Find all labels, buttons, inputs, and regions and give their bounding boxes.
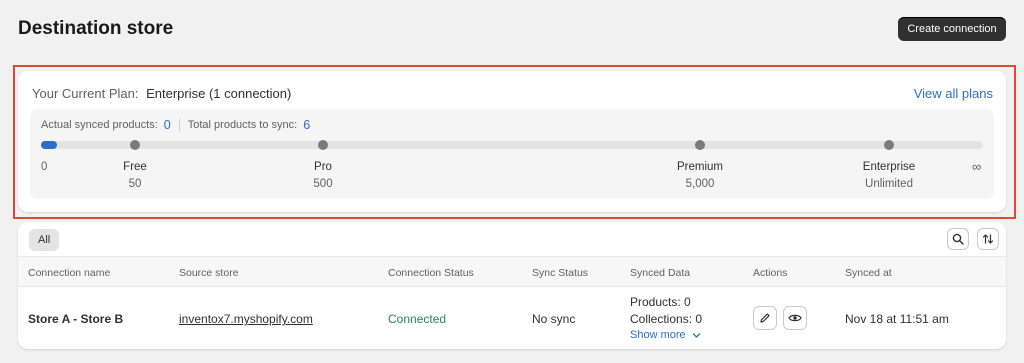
tier-limit-enterprise: Unlimited	[865, 178, 913, 190]
sync-status: No sync	[532, 312, 576, 326]
column-header: Connection name	[28, 267, 111, 279]
tier-dot-pro	[318, 140, 328, 150]
product-counts: Actual synced products: 0 Total products…	[41, 118, 310, 132]
tier-dot-premium	[695, 140, 705, 150]
plan-progress-panel: Actual synced products: 0 Total products…	[30, 109, 994, 199]
synced-products: Products: 0	[630, 295, 691, 309]
show-more-link[interactable]: Show more	[630, 329, 701, 341]
actual-synced-value: 0	[163, 118, 171, 132]
tier-name-free: Free	[123, 161, 147, 173]
counts-divider	[178, 118, 180, 132]
current-plan-value: Enterprise (1 connection)	[146, 86, 292, 101]
sort-button[interactable]	[977, 228, 999, 250]
column-header: Sync Status	[532, 267, 589, 279]
source-store-link[interactable]: inventox7.myshopify.com	[179, 312, 313, 326]
sort-icon	[982, 234, 994, 244]
chevron-down-icon	[692, 332, 700, 338]
connection-name: Store A - Store B	[28, 312, 124, 326]
total-to-sync-value: 6	[303, 118, 311, 132]
edit-button[interactable]	[753, 306, 777, 330]
search-icon	[952, 233, 964, 245]
total-to-sync-label: Total products to sync:	[187, 119, 298, 131]
plan-progress-fill	[41, 141, 57, 149]
column-header: Synced at	[845, 267, 892, 279]
plan-progress-track	[41, 140, 983, 150]
tier-limit-premium: 5,000	[685, 178, 715, 190]
connections-table-card: All Connection name Source store Connect…	[18, 222, 1006, 349]
page-title: Destination store	[18, 18, 174, 39]
plan-card: Your Current Plan: Enterprise (1 connect…	[18, 71, 1006, 212]
tier-dot-enterprise	[884, 140, 894, 150]
column-header: Connection Status	[388, 267, 474, 279]
tier-name-enterprise: Enterprise	[862, 161, 916, 173]
column-header: Synced Data	[630, 267, 691, 279]
create-connection-button[interactable]: Create connection	[898, 17, 1006, 41]
view-button[interactable]	[783, 306, 807, 330]
view-all-plans-link[interactable]: View all plans	[914, 86, 993, 101]
tab-all[interactable]: All	[29, 229, 60, 251]
tier-name-pro: Pro	[314, 161, 332, 173]
show-more-label: Show more	[630, 329, 686, 341]
infinity-label: ∞	[972, 159, 982, 174]
connection-status: Connected	[388, 312, 447, 326]
view-icon	[788, 314, 802, 322]
actual-synced-label: Actual synced products:	[41, 119, 158, 131]
synced-collections: Collections: 0	[630, 312, 703, 326]
table-header: Connection name Source store Connection …	[18, 256, 1006, 287]
tier-name-premium: Premium	[676, 161, 724, 173]
zero-label: 0	[41, 161, 48, 173]
tier-limit-free: 50	[128, 178, 142, 190]
tier-limit-pro: 500	[313, 178, 333, 190]
edit-icon	[760, 313, 770, 323]
search-button[interactable]	[947, 228, 969, 250]
synced-at: Nov 18 at 11:51 am	[845, 312, 949, 326]
current-plan-label: Your Current Plan:	[32, 86, 139, 101]
tier-dot-free	[130, 140, 140, 150]
current-plan-line: Your Current Plan: Enterprise (1 connect…	[32, 86, 291, 101]
column-header: Actions	[753, 267, 788, 279]
column-header: Source store	[179, 267, 239, 279]
